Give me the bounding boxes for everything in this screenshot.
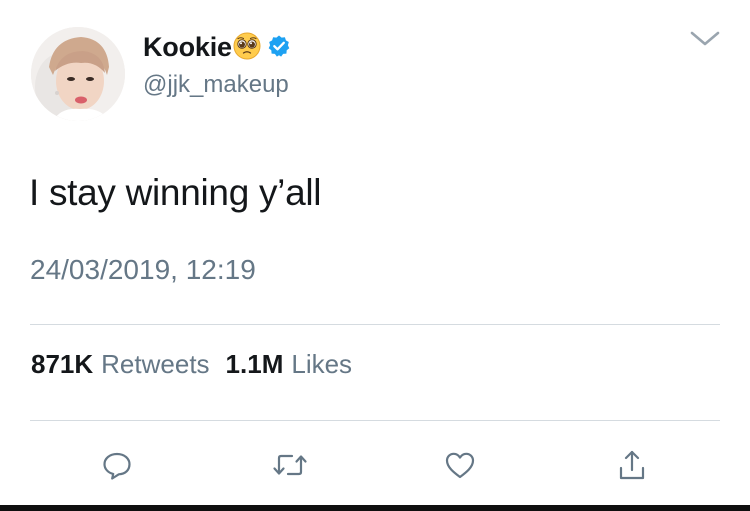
pleading-face-icon [233,32,261,65]
retweets-stat[interactable]: 871K Retweets [31,349,210,380]
avatar[interactable] [31,27,125,121]
author-handle[interactable]: @jjk_makeup [143,71,289,99]
avatar-photo [31,27,125,121]
engagement-stats: 871K Retweets 1.1M Likes [31,349,352,380]
screen-edge-bar [0,505,750,511]
divider [30,420,720,421]
chevron-down-icon[interactable] [688,28,722,50]
tweet-timestamp[interactable]: 24/03/2019, 12:19 [30,254,256,286]
display-name[interactable]: Kookie [143,32,232,63]
share-icon[interactable] [612,447,652,483]
verified-badge-icon [267,34,291,63]
reply-icon[interactable] [97,447,137,483]
author-name-row[interactable]: Kookie [143,30,291,64]
retweets-label: Retweets [101,349,210,379]
tweet-detail: Kookie @jjk_makeup I stay winning y’all … [0,0,750,511]
likes-stat[interactable]: 1.1M Likes [226,349,353,380]
retweet-icon[interactable] [270,447,310,483]
heart-icon[interactable] [440,447,480,483]
likes-count: 1.1M [225,349,284,379]
retweets-count: 871K [31,349,94,379]
divider [30,324,720,325]
likes-label: Likes [291,349,353,379]
tweet-text: I stay winning y’all [29,172,322,213]
